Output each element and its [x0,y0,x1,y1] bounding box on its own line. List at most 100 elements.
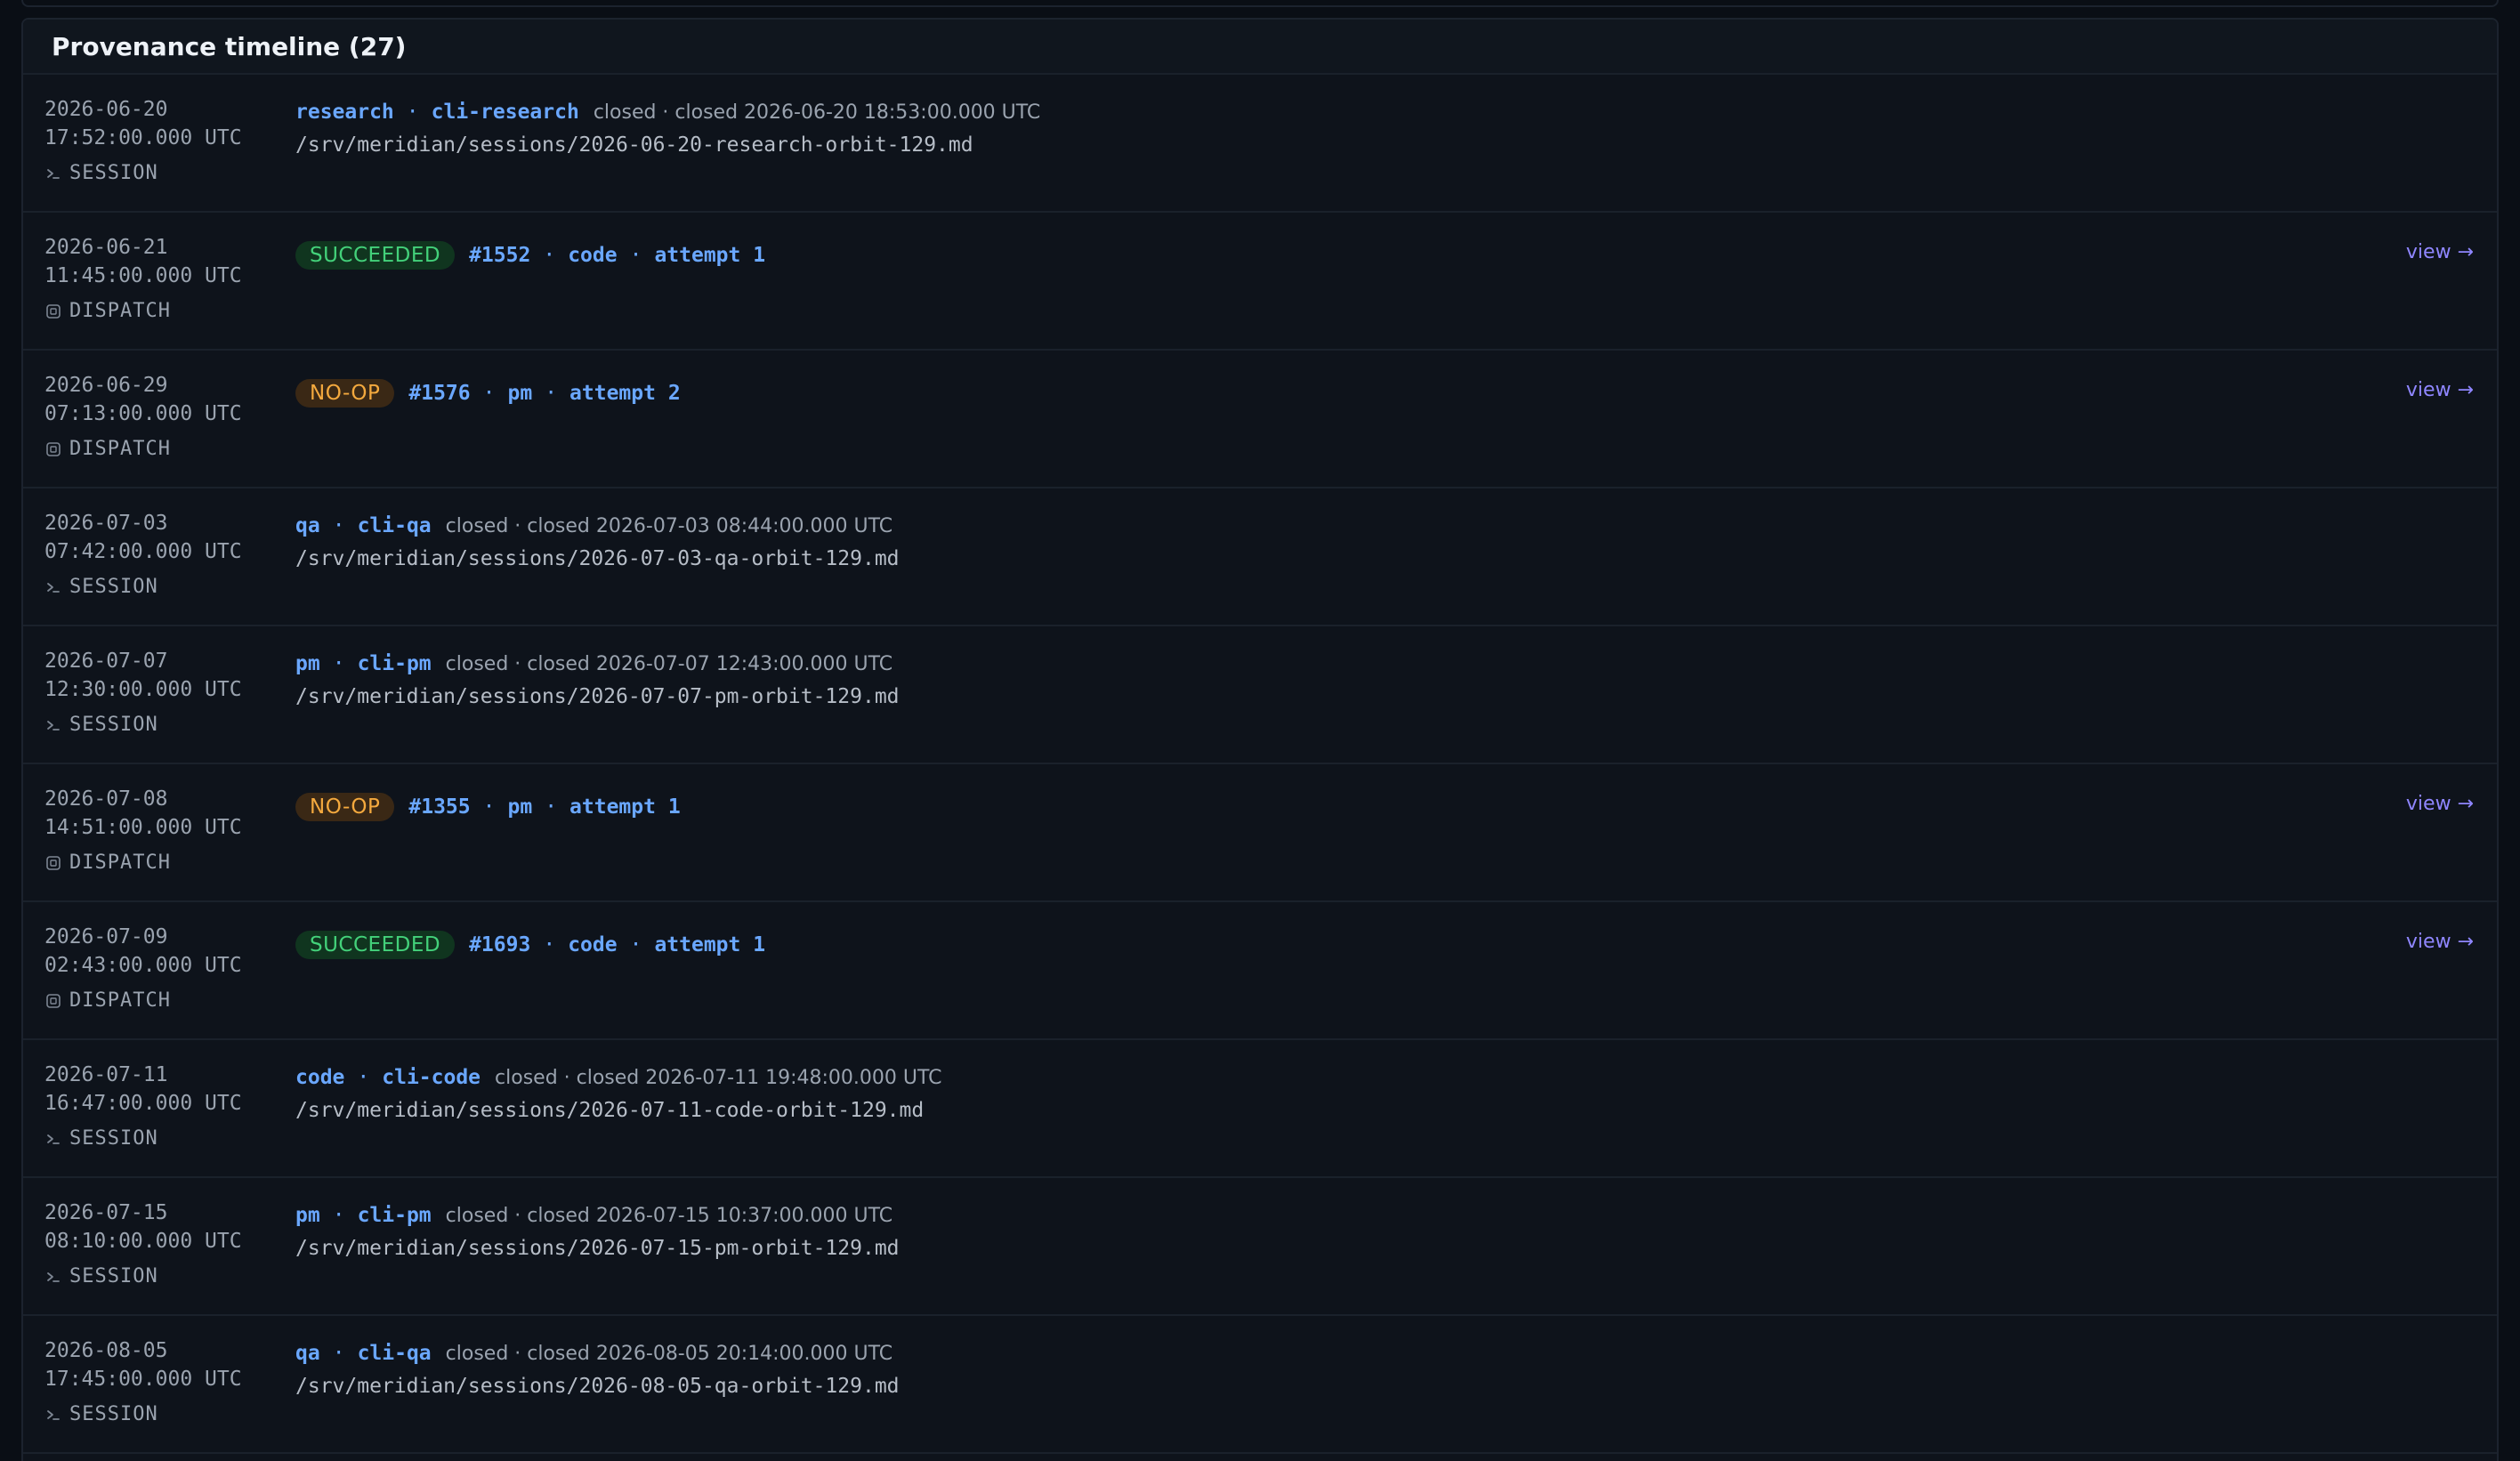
session-path: /srv/meridian/sessions/2026-07-07-pm-orb… [295,685,900,708]
timestamp: 2026-08-05 17:45:00.000 UTC [44,1336,276,1393]
timestamp-date: 2026-07-08 [44,787,168,811]
event-kind: SESSION [44,576,158,599]
session-client: cli-pm [357,1204,432,1227]
session-role: code [295,1066,345,1089]
separator-dot: · [545,795,558,819]
dispatch-box-icon [44,303,62,320]
terminal-prompt-icon [44,1130,62,1148]
separator-dot: · [332,652,345,675]
session-role: research [295,101,394,124]
event-kind: SESSION [44,1265,158,1288]
session-client: cli-research [431,101,579,124]
session-path: /srv/meridian/sessions/2026-07-03-qa-orb… [295,547,900,570]
timeline-row-dispatch: 2026-06-29 07:13:00.000 UTC DISPATCH NO-OP #… [23,351,2497,488]
session-path: /srv/meridian/sessions/2026-07-15-pm-orb… [295,1237,900,1260]
dispatch-box-icon [44,854,62,872]
timestamp-time: 08:10:00.000 UTC [44,1230,242,1253]
event-kind: DISPATCH [44,852,171,875]
session-role: qa [295,1342,320,1365]
session-role: pm [295,652,320,675]
timeline-row-session: 2026-07-07 12:30:00.000 UTC SESSION pm · cli-… [23,626,2497,764]
timestamp: 2026-07-09 02:43:00.000 UTC [44,923,276,980]
session-details: pm · cli-pm closed · closed 2026-07-07 12:4… [295,648,2476,712]
timestamp-time: 02:43:00.000 UTC [44,954,242,977]
dispatch-attempt: attempt 1 [569,795,681,819]
dispatch-role: pm [507,382,533,405]
timeline-list: 2026-06-20 17:52:00.000 UTC SESSION researc… [23,75,2497,1454]
session-closed-status: closed · closed 2026-08-05 20:14:00.000 … [445,1342,893,1365]
dispatch-details: NO-OP #1355 · pm · attempt 1 [295,791,2476,823]
timestamp-time: 12:30:00.000 UTC [44,678,242,701]
timestamp: 2026-06-20 17:52:00.000 UTC [44,95,276,152]
event-kind-label: DISPATCH [69,852,171,874]
terminal-prompt-icon [44,165,62,182]
session-details: pm · cli-pm closed · closed 2026-07-15 10:3… [295,1199,2476,1263]
timestamp-date: 2026-06-29 [44,374,168,397]
timestamp: 2026-06-29 07:13:00.000 UTC [44,371,276,428]
dispatch-box-icon [44,992,62,1010]
panel-header: Provenance timeline (27) [23,20,2497,75]
separator-dot: · [332,1204,345,1227]
view-dispatch-link[interactable]: view → [2406,931,2474,953]
dispatch-id: #1552 [469,244,531,267]
session-closed-status: closed · closed 2026-07-15 10:37:00.000 … [445,1204,893,1227]
separator-dot: · [543,933,556,957]
separator-dot: · [629,933,642,957]
timestamp-time: 07:13:00.000 UTC [44,402,242,425]
timeline-row-session: 2026-06-20 17:52:00.000 UTC SESSION researc… [23,75,2497,213]
event-kind: SESSION [44,162,158,185]
separator-dot: · [543,244,556,267]
dispatch-role: code [568,933,618,957]
panel-title: Provenance timeline (27) [52,32,407,61]
status-badge: NO-OP [295,793,395,821]
dispatch-attempt: attempt 1 [654,244,766,267]
session-closed-status: closed · closed 2026-06-20 18:53:00.000 … [593,101,1041,124]
separator-dot: · [332,1342,345,1365]
timeline-row-dispatch: 2026-07-09 02:43:00.000 UTC DISPATCH SUCCEE… [23,902,2497,1040]
session-role: qa [295,514,320,537]
timestamp: 2026-07-07 12:30:00.000 UTC [44,647,276,704]
session-closed-status: closed · closed 2026-07-07 12:43:00.000 … [445,652,893,675]
session-client: cli-code [382,1066,481,1089]
timeline-row-dispatch: 2026-07-08 14:51:00.000 UTC DISPATCH NO-OP #… [23,764,2497,902]
timestamp-date: 2026-06-21 [44,236,168,259]
event-kind-label: SESSION [69,1265,158,1287]
separator-dot: · [482,795,496,819]
event-kind-label: DISPATCH [69,438,171,460]
timeline-row-dispatch: 2026-06-21 11:45:00.000 UTC DISPATCH SUCCEE… [23,213,2497,351]
dispatch-box-icon [44,440,62,458]
provenance-timeline-panel: Provenance timeline (27) 2026-06-20 17:52… [21,18,2499,1461]
session-path: /srv/meridian/sessions/2026-08-05-qa-orb… [295,1375,900,1398]
timestamp-time: 16:47:00.000 UTC [44,1092,242,1115]
view-dispatch-link[interactable]: view → [2406,793,2474,815]
dispatch-attempt: attempt 1 [654,933,766,957]
session-details: qa · cli-qa closed · closed 2026-08-05 20:1… [295,1337,2476,1401]
timestamp-date: 2026-07-11 [44,1063,168,1086]
dispatch-attempt: attempt 2 [569,382,681,405]
dispatch-role: pm [507,795,533,819]
timeline-row-session: 2026-07-11 16:47:00.000 UTC SESSION code · cl… [23,1040,2497,1178]
event-kind-label: SESSION [69,714,158,736]
timestamp-date: 2026-08-05 [44,1339,168,1362]
event-kind-label: SESSION [69,162,158,184]
timeline-row-session: 2026-08-05 17:45:00.000 UTC SESSION qa · cli-… [23,1316,2497,1454]
separator-dot: · [482,382,496,405]
timestamp-time: 07:42:00.000 UTC [44,540,242,563]
view-dispatch-link[interactable]: view → [2406,379,2474,401]
session-client: cli-qa [357,1342,432,1365]
view-dispatch-link[interactable]: view → [2406,241,2474,263]
timestamp: 2026-07-11 16:47:00.000 UTC [44,1061,276,1118]
separator-dot: · [406,101,419,124]
timestamp-time: 17:45:00.000 UTC [44,1368,242,1391]
separator-dot: · [545,382,558,405]
event-kind-label: SESSION [69,576,158,598]
terminal-prompt-icon [44,1268,62,1286]
separator-dot: · [332,514,345,537]
timestamp: 2026-07-08 14:51:00.000 UTC [44,785,276,842]
timestamp-time: 14:51:00.000 UTC [44,816,242,839]
timeline-row-session: 2026-07-15 08:10:00.000 UTC SESSION pm · cli-… [23,1178,2497,1316]
event-kind-label: SESSION [69,1403,158,1425]
status-badge: SUCCEEDED [295,241,456,270]
dispatch-details: SUCCEEDED #1693 · code · attempt 1 [295,929,2476,961]
status-badge: SUCCEEDED [295,931,456,959]
